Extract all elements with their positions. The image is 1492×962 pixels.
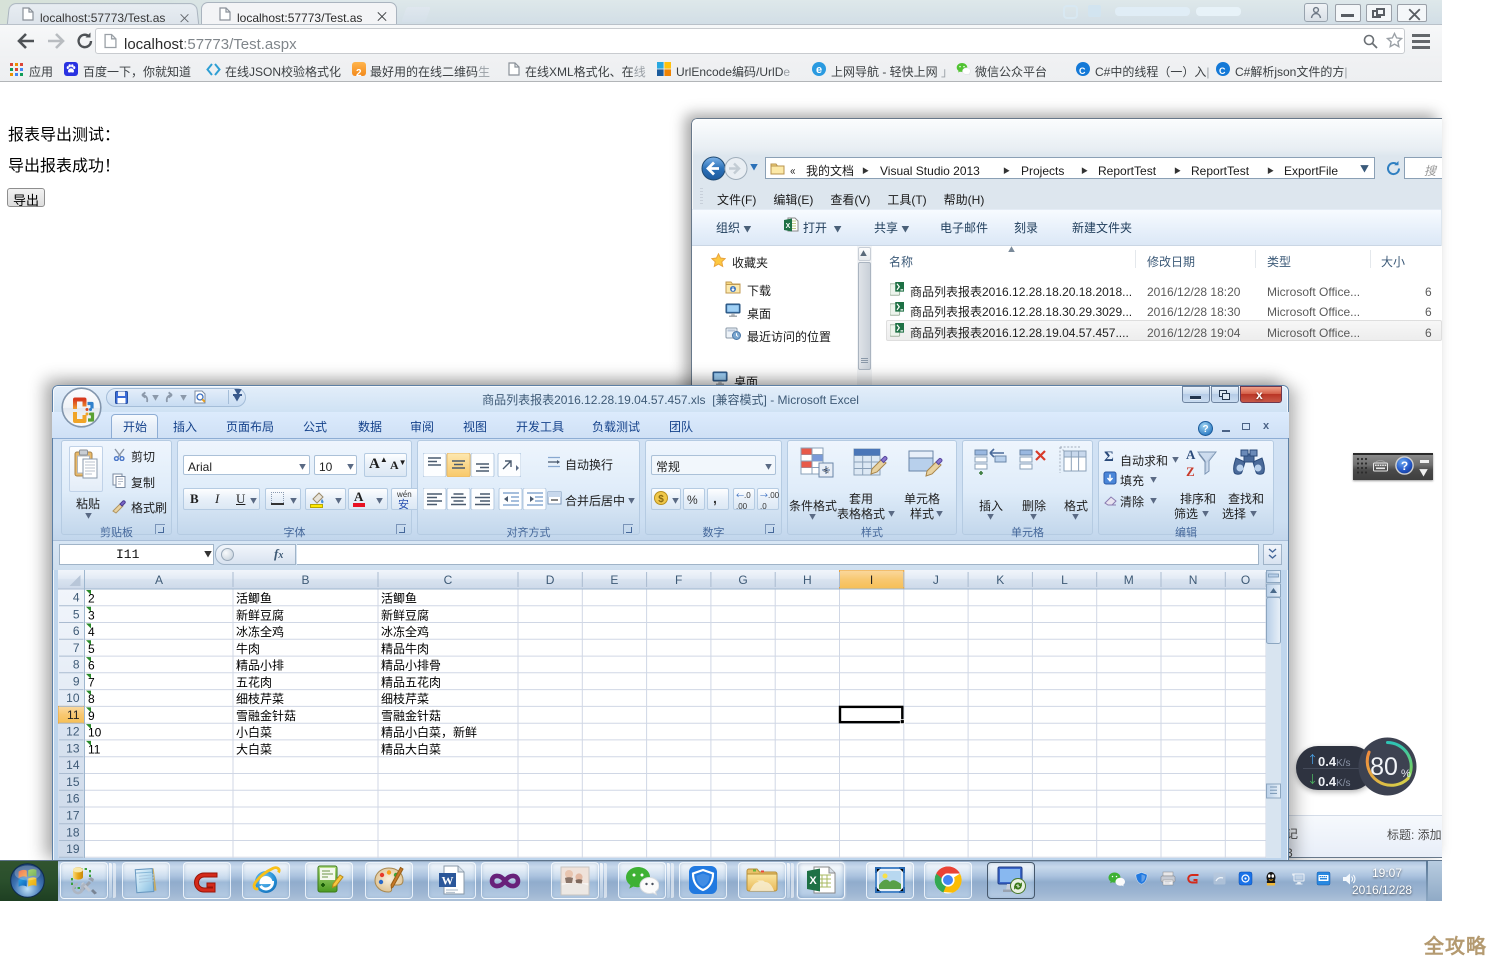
svg-text:≤: ≤ [823,466,830,476]
svg-text:M: M [1124,571,1134,588]
svg-text:15: 15 [66,773,80,790]
svg-text:O: O [1241,571,1250,588]
svg-text:5: 5 [88,640,95,657]
svg-text:80: 80 [1370,747,1398,783]
svg-text:7: 7 [88,673,95,690]
svg-text:精品牛肉: 精品牛肉 [381,640,429,657]
svg-text:L: L [1061,571,1068,588]
svg-text:C: C [444,571,453,588]
svg-text:大白菜: 大白菜 [236,740,272,757]
svg-text:10: 10 [66,689,80,706]
svg-text:雪融金针菇: 雪融金针菇 [381,707,441,724]
svg-text:J: J [933,571,939,588]
svg-text:精品小排: 精品小排 [236,657,284,674]
svg-text:雪融金针菇: 雪融金针菇 [236,707,296,724]
svg-text:4: 4 [73,589,80,606]
svg-text:冰冻全鸡: 冰冻全鸡 [381,623,429,640]
svg-text:?: ? [1401,457,1408,474]
svg-text:12: 12 [66,723,80,740]
svg-text:I: I [870,571,873,588]
svg-text:牛肉: 牛肉 [236,640,260,657]
svg-text:G: G [738,571,747,588]
svg-text:D: D [546,571,555,588]
svg-text:5: 5 [73,605,80,622]
svg-text:17: 17 [66,807,80,824]
svg-text:11: 11 [88,740,101,757]
svg-text:精品小排骨: 精品小排骨 [381,657,441,674]
svg-text:9: 9 [73,672,80,689]
svg-text:细枝芹菜: 细枝芹菜 [236,690,284,707]
svg-text:新鲜豆腐: 新鲜豆腐 [236,606,284,623]
svg-text:6: 6 [73,622,80,639]
svg-text:4: 4 [88,623,95,640]
svg-text:8: 8 [73,656,80,673]
svg-text:N: N [1189,571,1198,588]
svg-text:E: E [610,571,618,588]
svg-text:X: X [809,872,817,888]
svg-text:11: 11 [67,706,80,723]
svg-text:A: A [1186,447,1196,462]
svg-text:A: A [155,571,163,588]
svg-text:新鲜豆腐: 新鲜豆腐 [381,606,429,623]
svg-text:3: 3 [88,606,95,623]
svg-text:活鲫鱼: 活鲫鱼 [236,590,272,607]
svg-text:8: 8 [88,690,95,707]
svg-text:F: F [675,571,682,588]
svg-text:%: % [1401,765,1411,781]
svg-text:7: 7 [73,639,80,656]
svg-text:B: B [301,571,309,588]
svg-text:10: 10 [88,724,102,741]
svg-text:13: 13 [66,739,80,756]
svg-text:X: X [786,221,791,231]
svg-text:Z: Z [1186,464,1195,479]
svg-text:9: 9 [88,707,95,724]
svg-text:W: W [442,874,454,888]
svg-text:冰冻全鸡: 冰冻全鸡 [236,623,284,640]
svg-text:14: 14 [66,756,80,773]
svg-text:活鲫鱼: 活鲫鱼 [381,590,417,607]
svg-text:精品小白菜，新鲜: 精品小白菜，新鲜 [381,724,477,741]
svg-text:18: 18 [66,823,80,840]
svg-text:精品大白菜: 精品大白菜 [381,740,441,757]
svg-text:H: H [803,571,812,588]
svg-text:19: 19 [66,840,80,857]
svg-text:精品五花肉: 精品五花肉 [381,673,441,690]
svg-text:16: 16 [66,790,80,807]
svg-text:细枝芹菜: 细枝芹菜 [381,690,429,707]
svg-text:6: 6 [88,657,95,674]
svg-text:小白菜: 小白菜 [236,724,272,741]
svg-text:五花肉: 五花肉 [236,673,272,690]
svg-text:2: 2 [88,590,95,607]
svg-text:K: K [996,571,1004,588]
svg-text:$: $ [658,490,664,505]
